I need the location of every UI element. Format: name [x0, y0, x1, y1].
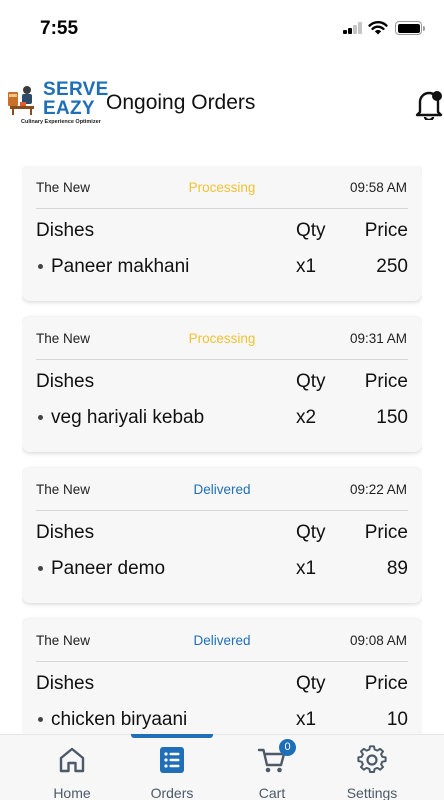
price-header: Price [364, 522, 408, 543]
bottom-nav: Home Orders 0 Cart Settings [0, 734, 444, 800]
divider [36, 208, 408, 209]
dish-name: chicken biryaani [51, 709, 188, 730]
order-card[interactable]: The New Delivered 09:22 AM Dishes Qty Pr… [22, 468, 422, 603]
nav-settings-label: Settings [346, 785, 398, 800]
qty-header: Qty [296, 371, 326, 392]
orders-list-icon [160, 747, 184, 773]
nav-cart[interactable]: 0 Cart [227, 735, 317, 800]
dish-name: Paneer makhani [51, 256, 190, 277]
qty-header: Qty [296, 673, 326, 694]
price-header: Price [364, 220, 408, 241]
divider [36, 359, 408, 360]
dish-name: veg hariyali kebab [51, 407, 205, 428]
order-time: 09:58 AM [349, 180, 407, 195]
order-time: 09:31 AM [349, 331, 407, 346]
status-time: 7:55 [40, 18, 79, 39]
app-header: SERVE EAZY Culinary Experience Optimizer… [0, 78, 444, 130]
dishes-header: Dishes [36, 371, 95, 392]
cellular-signal-icon [343, 22, 363, 34]
divider [36, 661, 408, 662]
dish-qty: x1 [296, 256, 317, 277]
wifi-icon [368, 21, 388, 35]
nav-settings[interactable]: Settings [327, 735, 417, 800]
nav-orders-label: Orders [150, 785, 194, 800]
home-icon [59, 747, 85, 773]
page-title: Ongoing Orders [106, 91, 256, 114]
dishes-header: Dishes [36, 673, 95, 694]
bullet-icon [38, 566, 43, 571]
dish-price: 150 [376, 407, 408, 428]
chef-illustration-icon [8, 86, 34, 115]
nav-cart-label: Cart [258, 785, 286, 800]
logo-wordmark: SERVE EAZY [43, 79, 109, 119]
price-header: Price [364, 371, 408, 392]
serve-eazy-logo: SERVE EAZY Culinary Experience Optimizer [3, 78, 108, 128]
battery-icon [395, 21, 425, 35]
nav-orders[interactable]: Orders [127, 735, 217, 800]
dish-name: Paneer demo [51, 558, 166, 579]
dish-qty: x1 [296, 558, 317, 579]
qty-header: Qty [296, 220, 326, 241]
nav-home-label: Home [53, 785, 91, 800]
order-card[interactable]: The New Processing 09:31 AM Dishes Qty P… [22, 317, 422, 452]
dishes-header: Dishes [36, 220, 95, 241]
orders-list[interactable]: The New Processing 09:58 AM Dishes Qty P… [22, 166, 422, 734]
order-time: 09:08 AM [349, 633, 407, 648]
dish-qty: x2 [296, 407, 317, 428]
order-card[interactable]: The New Processing 09:58 AM Dishes Qty P… [22, 166, 422, 301]
dish-price: 250 [376, 256, 408, 277]
bullet-icon [38, 415, 43, 420]
qty-header: Qty [296, 522, 326, 543]
nav-home[interactable]: Home [27, 735, 117, 800]
dish-price: 10 [386, 709, 408, 730]
bullet-icon [38, 264, 43, 269]
order-card[interactable]: The New Delivered 09:08 AM Dishes Qty Pr… [22, 619, 422, 734]
logo-tagline: Culinary Experience Optimizer [21, 119, 101, 125]
dish-price: 89 [386, 558, 408, 579]
divider [36, 510, 408, 511]
bullet-icon [38, 717, 43, 722]
notification-bell-icon[interactable] [414, 86, 444, 120]
order-time: 09:22 AM [349, 482, 407, 497]
status-bar: 7:55 [0, 0, 444, 58]
dish-qty: x1 [296, 709, 317, 730]
dishes-header: Dishes [36, 522, 95, 543]
cart-count-badge: 0 [279, 739, 296, 756]
gear-icon [357, 745, 387, 773]
price-header: Price [364, 673, 408, 694]
